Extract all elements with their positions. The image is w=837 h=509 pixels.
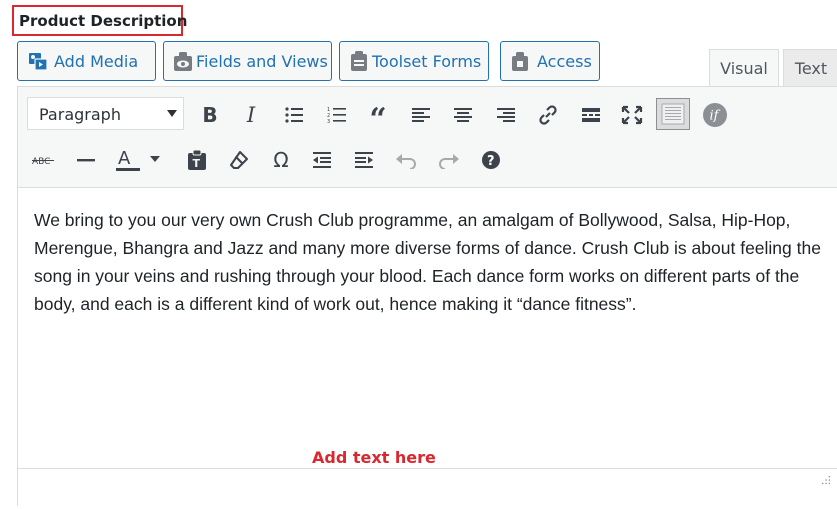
undo-icon: [396, 154, 416, 169]
outdent-icon: [313, 152, 331, 168]
align-center-icon: [454, 108, 472, 122]
fields-and-views-label: Fields and Views: [196, 51, 328, 71]
special-character-icon: Ω: [273, 148, 289, 172]
bulleted-list-button[interactable]: [279, 100, 309, 130]
add-media-label: Add Media: [54, 51, 139, 71]
numbered-list-button[interactable]: 1 2 3: [322, 100, 352, 130]
fields-views-icon: [174, 52, 192, 71]
toolbar-toggle-button[interactable]: [656, 98, 690, 130]
format-select-value: Paragraph: [39, 105, 121, 124]
conditional-if-button[interactable]: if: [700, 100, 730, 130]
strikethrough-icon: ABC: [32, 157, 54, 167]
help-icon: ?: [482, 151, 500, 169]
add-media-icon: [29, 53, 48, 71]
align-right-button[interactable]: [491, 100, 521, 130]
svg-text:?: ?: [487, 154, 495, 169]
blockquote-button[interactable]: “: [363, 100, 393, 135]
svg-text:A: A: [118, 148, 131, 169]
clear-formatting-icon: [230, 151, 248, 169]
horizontal-line-button[interactable]: [71, 145, 101, 175]
fullscreen-button[interactable]: [617, 100, 647, 130]
toolset-forms-icon: [351, 51, 367, 71]
undo-button[interactable]: [391, 145, 421, 175]
fields-and-views-button[interactable]: Fields and Views: [163, 41, 332, 81]
tab-visual-label: Visual: [720, 59, 768, 78]
svg-text:ABC: ABC: [32, 157, 50, 167]
bulleted-list-icon: [285, 107, 303, 123]
numbered-list-icon: 1 2 3: [327, 107, 346, 124]
fullscreen-icon: [621, 105, 643, 125]
description-paragraph[interactable]: We bring to you our very own Crush Club …: [34, 206, 829, 318]
add-text-annotation: Add text here: [312, 448, 436, 467]
read-more-icon: [582, 108, 600, 122]
blockquote-icon: “: [369, 102, 387, 137]
svg-text:3: 3: [327, 119, 330, 124]
tab-visual[interactable]: Visual: [709, 49, 779, 87]
italic-button[interactable]: I: [236, 100, 266, 130]
align-left-icon: [412, 108, 430, 122]
align-right-icon: [497, 108, 515, 122]
add-media-button[interactable]: Add Media: [17, 41, 156, 81]
outdent-button[interactable]: [307, 145, 337, 175]
insert-link-icon: [539, 105, 557, 125]
paste-as-text-button[interactable]: T: [182, 145, 212, 175]
access-button[interactable]: Access: [500, 41, 600, 81]
bold-icon: B: [202, 103, 218, 127]
chevron-down-icon: [167, 110, 177, 117]
redo-icon: [439, 154, 459, 169]
editor: Paragraph B I 1 2 3 “ if ABC A T Ω ? We …: [17, 86, 837, 509]
clear-formatting-button[interactable]: [224, 145, 254, 175]
indent-icon: [355, 152, 373, 168]
access-label: Access: [537, 51, 592, 71]
indent-button[interactable]: [349, 145, 379, 175]
align-left-button[interactable]: [406, 100, 436, 130]
tab-text-label: Text: [794, 59, 828, 78]
align-center-button[interactable]: [448, 100, 478, 130]
bold-button[interactable]: B: [195, 100, 225, 130]
toolbar-toggle-icon: [661, 103, 685, 125]
horizontal-line-icon: [77, 159, 95, 162]
paragraph-format-select[interactable]: Paragraph: [27, 97, 184, 130]
help-button[interactable]: ?: [476, 145, 506, 175]
svg-text:T: T: [193, 157, 201, 170]
field-title-highlight: Product Description: [12, 5, 187, 36]
editor-status-bar: [18, 468, 837, 509]
insert-link-button[interactable]: [533, 100, 563, 130]
italic-icon: I: [246, 103, 256, 127]
resize-handle-icon[interactable]: [821, 475, 831, 485]
text-color-icon: A: [116, 148, 160, 171]
text-color-button[interactable]: A: [114, 145, 164, 175]
special-character-button[interactable]: Ω: [266, 145, 296, 175]
redo-button[interactable]: [434, 145, 464, 175]
toolset-forms-label: Toolset Forms: [372, 51, 482, 71]
tab-text[interactable]: Text: [783, 49, 837, 87]
editor-content-area[interactable]: We bring to you our very own Crush Club …: [18, 188, 837, 468]
field-title: Product Description: [19, 12, 188, 30]
toolset-forms-button[interactable]: Toolset Forms: [339, 41, 489, 81]
paste-as-text-icon: T: [188, 149, 206, 170]
access-lock-icon: [512, 52, 528, 71]
conditional-if-icon: if: [703, 103, 727, 127]
strikethrough-button[interactable]: ABC: [29, 145, 59, 175]
read-more-button[interactable]: [576, 100, 606, 130]
editor-toolbar: Paragraph B I 1 2 3 “ if ABC A T Ω ?: [18, 87, 837, 188]
